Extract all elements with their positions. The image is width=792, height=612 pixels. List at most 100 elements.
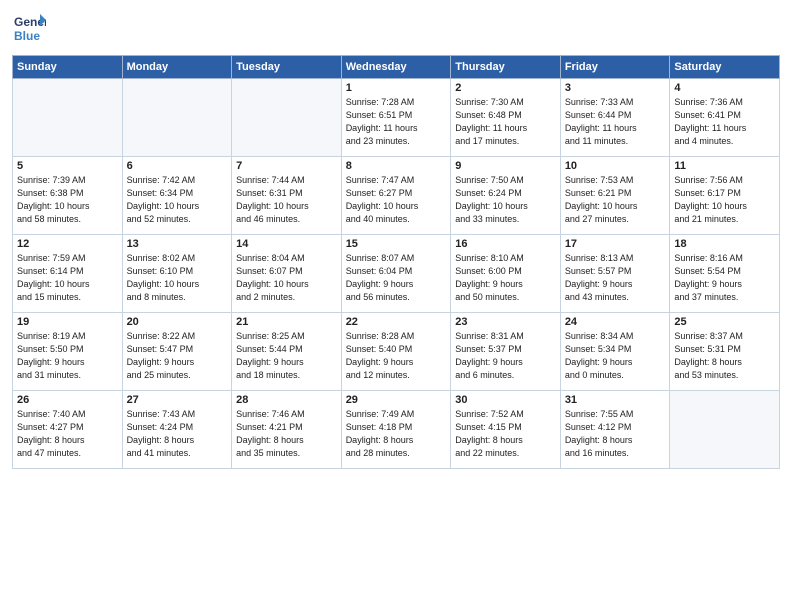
calendar-cell: 26 Sunrise: 7:40 AM Sunset: 4:27 PM Dayli…: [13, 391, 123, 469]
day-number: 17: [565, 238, 666, 250]
calendar-cell: [232, 79, 342, 157]
day-info: Sunrise: 7:30 AM Sunset: 6:48 PM Dayligh…: [455, 96, 556, 148]
calendar-cell: 10 Sunrise: 7:53 AM Sunset: 6:21 PM Dayli…: [560, 157, 670, 235]
day-info: Sunrise: 7:53 AM Sunset: 6:21 PM Dayligh…: [565, 174, 666, 226]
calendar-week-row: 5 Sunrise: 7:39 AM Sunset: 6:38 PM Daylig…: [13, 157, 780, 235]
day-number: 15: [346, 238, 447, 250]
logo-icon: General Blue: [12, 10, 46, 44]
day-number: 31: [565, 394, 666, 406]
day-number: 3: [565, 82, 666, 94]
calendar-cell: 6 Sunrise: 7:42 AM Sunset: 6:34 PM Daylig…: [122, 157, 232, 235]
day-number: 23: [455, 316, 556, 328]
day-info: Sunrise: 8:37 AM Sunset: 5:31 PM Dayligh…: [674, 330, 775, 382]
day-info: Sunrise: 7:55 AM Sunset: 4:12 PM Dayligh…: [565, 408, 666, 460]
calendar-header-row: SundayMondayTuesdayWednesdayThursdayFrid…: [13, 56, 780, 79]
day-info: Sunrise: 7:36 AM Sunset: 6:41 PM Dayligh…: [674, 96, 775, 148]
day-number: 2: [455, 82, 556, 94]
day-number: 14: [236, 238, 337, 250]
day-number: 16: [455, 238, 556, 250]
calendar-cell: 16 Sunrise: 8:10 AM Sunset: 6:00 PM Dayli…: [451, 235, 561, 313]
day-number: 18: [674, 238, 775, 250]
calendar-cell: 5 Sunrise: 7:39 AM Sunset: 6:38 PM Daylig…: [13, 157, 123, 235]
day-info: Sunrise: 7:50 AM Sunset: 6:24 PM Dayligh…: [455, 174, 556, 226]
calendar-cell: 20Sunrise: 8:22 AM Sunset: 5:47 PM Dayli…: [122, 313, 232, 391]
day-info: Sunrise: 7:33 AM Sunset: 6:44 PM Dayligh…: [565, 96, 666, 148]
day-info: Sunrise: 7:59 AM Sunset: 6:14 PM Dayligh…: [17, 252, 118, 304]
day-info: Sunrise: 8:04 AM Sunset: 6:07 PM Dayligh…: [236, 252, 337, 304]
page: General Blue SundayMondayTuesdayWednesda…: [0, 0, 792, 612]
calendar-week-row: 26 Sunrise: 7:40 AM Sunset: 4:27 PM Dayli…: [13, 391, 780, 469]
day-info: Sunrise: 7:40 AM Sunset: 4:27 PM Dayligh…: [17, 408, 118, 460]
day-info: Sunrise: 7:52 AM Sunset: 4:15 PM Dayligh…: [455, 408, 556, 460]
day-info: Sunrise: 8:13 AM Sunset: 5:57 PM Dayligh…: [565, 252, 666, 304]
calendar-cell: 27Sunrise: 7:43 AM Sunset: 4:24 PM Dayli…: [122, 391, 232, 469]
calendar-cell: 31 Sunrise: 7:55 AM Sunset: 4:12 PM Dayli…: [560, 391, 670, 469]
calendar-cell: 17 Sunrise: 8:13 AM Sunset: 5:57 PM Dayli…: [560, 235, 670, 313]
weekday-header: Monday: [122, 56, 232, 79]
day-info: Sunrise: 8:28 AM Sunset: 5:40 PM Dayligh…: [346, 330, 447, 382]
day-number: 27: [127, 394, 228, 406]
day-info: Sunrise: 8:34 AM Sunset: 5:34 PM Dayligh…: [565, 330, 666, 382]
calendar-cell: 21 Sunrise: 8:25 AM Sunset: 5:44 PM Dayli…: [232, 313, 342, 391]
calendar-cell: 13Sunrise: 8:02 AM Sunset: 6:10 PM Dayli…: [122, 235, 232, 313]
day-info: Sunrise: 7:47 AM Sunset: 6:27 PM Dayligh…: [346, 174, 447, 226]
day-info: Sunrise: 7:49 AM Sunset: 4:18 PM Dayligh…: [346, 408, 447, 460]
day-number: 22: [346, 316, 447, 328]
day-number: 9: [455, 160, 556, 172]
day-info: Sunrise: 8:19 AM Sunset: 5:50 PM Dayligh…: [17, 330, 118, 382]
day-number: 29: [346, 394, 447, 406]
logo: General Blue: [12, 10, 46, 49]
calendar-cell: 24 Sunrise: 8:34 AM Sunset: 5:34 PM Dayli…: [560, 313, 670, 391]
day-info: Sunrise: 8:02 AM Sunset: 6:10 PM Dayligh…: [127, 252, 228, 304]
day-number: 19: [17, 316, 118, 328]
day-number: 24: [565, 316, 666, 328]
day-number: 30: [455, 394, 556, 406]
calendar-week-row: 12 Sunrise: 7:59 AM Sunset: 6:14 PM Dayli…: [13, 235, 780, 313]
day-number: 12: [17, 238, 118, 250]
svg-text:Blue: Blue: [14, 29, 40, 43]
calendar-cell: 3 Sunrise: 7:33 AM Sunset: 6:44 PM Daylig…: [560, 79, 670, 157]
day-info: Sunrise: 8:10 AM Sunset: 6:00 PM Dayligh…: [455, 252, 556, 304]
calendar-cell: 19 Sunrise: 8:19 AM Sunset: 5:50 PM Dayli…: [13, 313, 123, 391]
calendar-cell: [122, 79, 232, 157]
weekday-header: Tuesday: [232, 56, 342, 79]
day-number: 6: [127, 160, 228, 172]
weekday-header: Wednesday: [341, 56, 451, 79]
day-info: Sunrise: 8:25 AM Sunset: 5:44 PM Dayligh…: [236, 330, 337, 382]
day-number: 20: [127, 316, 228, 328]
calendar-cell: 4 Sunrise: 7:36 AM Sunset: 6:41 PM Daylig…: [670, 79, 780, 157]
weekday-header: Thursday: [451, 56, 561, 79]
day-info: Sunrise: 7:56 AM Sunset: 6:17 PM Dayligh…: [674, 174, 775, 226]
calendar-cell: 23 Sunrise: 8:31 AM Sunset: 5:37 PM Dayli…: [451, 313, 561, 391]
weekday-header: Friday: [560, 56, 670, 79]
calendar-cell: 8Sunrise: 7:47 AM Sunset: 6:27 PM Daylig…: [341, 157, 451, 235]
day-number: 11: [674, 160, 775, 172]
calendar: SundayMondayTuesdayWednesdayThursdayFrid…: [12, 55, 780, 469]
calendar-cell: 15Sunrise: 8:07 AM Sunset: 6:04 PM Dayli…: [341, 235, 451, 313]
day-number: 21: [236, 316, 337, 328]
day-info: Sunrise: 7:46 AM Sunset: 4:21 PM Dayligh…: [236, 408, 337, 460]
day-info: Sunrise: 8:31 AM Sunset: 5:37 PM Dayligh…: [455, 330, 556, 382]
calendar-cell: [670, 391, 780, 469]
day-number: 10: [565, 160, 666, 172]
day-info: Sunrise: 7:44 AM Sunset: 6:31 PM Dayligh…: [236, 174, 337, 226]
weekday-header: Saturday: [670, 56, 780, 79]
weekday-header: Sunday: [13, 56, 123, 79]
calendar-cell: 29 Sunrise: 7:49 AM Sunset: 4:18 PM Dayli…: [341, 391, 451, 469]
header: General Blue: [12, 10, 780, 49]
calendar-cell: 25Sunrise: 8:37 AM Sunset: 5:31 PM Dayli…: [670, 313, 780, 391]
day-number: 7: [236, 160, 337, 172]
day-number: 1: [346, 82, 447, 94]
day-number: 5: [17, 160, 118, 172]
calendar-cell: 28Sunrise: 7:46 AM Sunset: 4:21 PM Dayli…: [232, 391, 342, 469]
day-info: Sunrise: 7:39 AM Sunset: 6:38 PM Dayligh…: [17, 174, 118, 226]
day-info: Sunrise: 7:28 AM Sunset: 6:51 PM Dayligh…: [346, 96, 447, 148]
calendar-cell: 22 Sunrise: 8:28 AM Sunset: 5:40 PM Dayli…: [341, 313, 451, 391]
day-info: Sunrise: 7:42 AM Sunset: 6:34 PM Dayligh…: [127, 174, 228, 226]
calendar-week-row: 19 Sunrise: 8:19 AM Sunset: 5:50 PM Dayli…: [13, 313, 780, 391]
day-number: 26: [17, 394, 118, 406]
day-number: 4: [674, 82, 775, 94]
calendar-cell: [13, 79, 123, 157]
calendar-cell: 12 Sunrise: 7:59 AM Sunset: 6:14 PM Dayli…: [13, 235, 123, 313]
calendar-cell: 9 Sunrise: 7:50 AM Sunset: 6:24 PM Daylig…: [451, 157, 561, 235]
